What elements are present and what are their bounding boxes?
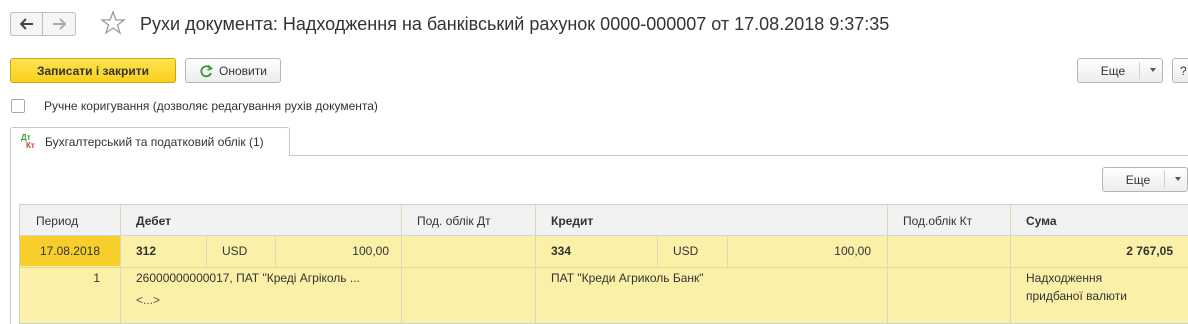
chevron-down-icon <box>1150 68 1156 72</box>
column-header-debit[interactable]: Дебет <box>120 205 401 236</box>
manual-edit-label: Ручне коригування (дозволяє редагування … <box>44 99 378 113</box>
arrow-left-icon <box>19 18 33 30</box>
tab-strip-divider <box>290 155 1188 156</box>
cell-credit-currency[interactable]: USD <box>657 236 727 266</box>
save-and-close-button[interactable]: Записати і закрити <box>10 58 176 83</box>
refresh-label: Оновити <box>219 63 267 78</box>
dropdown-separator <box>1164 171 1165 188</box>
cell-period[interactable]: 17.08.2018 <box>20 236 120 266</box>
refresh-icon <box>200 64 214 77</box>
column-header-debit-subaccount[interactable]: Под. облік Дт <box>401 205 535 236</box>
cell-sum[interactable]: 2 767,05 <box>1010 236 1188 266</box>
favorite-star-icon[interactable] <box>100 10 126 38</box>
column-header-period[interactable]: Период <box>20 205 120 236</box>
dt-kt-icon: Дт Кт <box>21 133 35 150</box>
cell-debit-currency[interactable]: USD <box>206 236 275 266</box>
grid-more-actions-label: Еще <box>1125 172 1151 187</box>
cell-content-line2[interactable]: придбаної валюти <box>1010 285 1188 307</box>
manual-edit-checkbox[interactable] <box>11 99 25 113</box>
panel-border <box>10 155 11 324</box>
dropdown-separator <box>1139 62 1140 79</box>
forward-button[interactable] <box>43 12 76 36</box>
column-header-sum[interactable]: Сума <box>1010 205 1188 236</box>
tab-accounting-tax[interactable]: Дт Кт Бухгалтерський та податковий облік … <box>10 127 290 156</box>
cell-credit-account[interactable]: 334 <box>535 236 657 266</box>
cell-credit-subconto-bank[interactable]: ПАТ "Креди Агриколь Банк" <box>535 267 887 289</box>
cell-debit-account[interactable]: 312 <box>120 236 206 266</box>
grid-more-actions-button[interactable]: Еще <box>1102 167 1188 192</box>
chevron-down-icon <box>1175 177 1181 181</box>
save-and-close-label: Записати і закрити <box>36 63 149 78</box>
tab-accounting-tax-label: Бухгалтерський та податковий облік (1) <box>45 135 264 149</box>
back-button[interactable] <box>10 12 43 36</box>
column-header-credit[interactable]: Кредит <box>535 205 887 236</box>
refresh-button[interactable]: Оновити <box>185 58 281 83</box>
cell-debit-subconto-empty[interactable]: <...> <box>120 289 320 311</box>
more-actions-label: Еще <box>1100 63 1126 78</box>
movements-table[interactable]: Период Дебет Под. облік Дт Кредит Под.об… <box>19 204 1188 324</box>
cell-credit-amount[interactable]: 100,00 <box>727 236 887 266</box>
arrow-right-icon <box>53 18 66 30</box>
cell-debit-amount[interactable]: 100,00 <box>275 236 401 266</box>
column-header-credit-subaccount[interactable]: Под.облік Кт <box>887 205 1010 236</box>
cell-debit-subconto-account[interactable]: 26000000000017, ПАТ "Креді Агріколь ... <box>120 267 390 289</box>
more-actions-button[interactable]: Еще <box>1077 58 1163 83</box>
help-button[interactable]: ? <box>1172 58 1188 83</box>
page-title: Рухи документа: Надходження на банківськ… <box>140 14 890 34</box>
help-label: ? <box>1180 63 1187 78</box>
cell-line-number[interactable]: 1 <box>20 267 120 289</box>
